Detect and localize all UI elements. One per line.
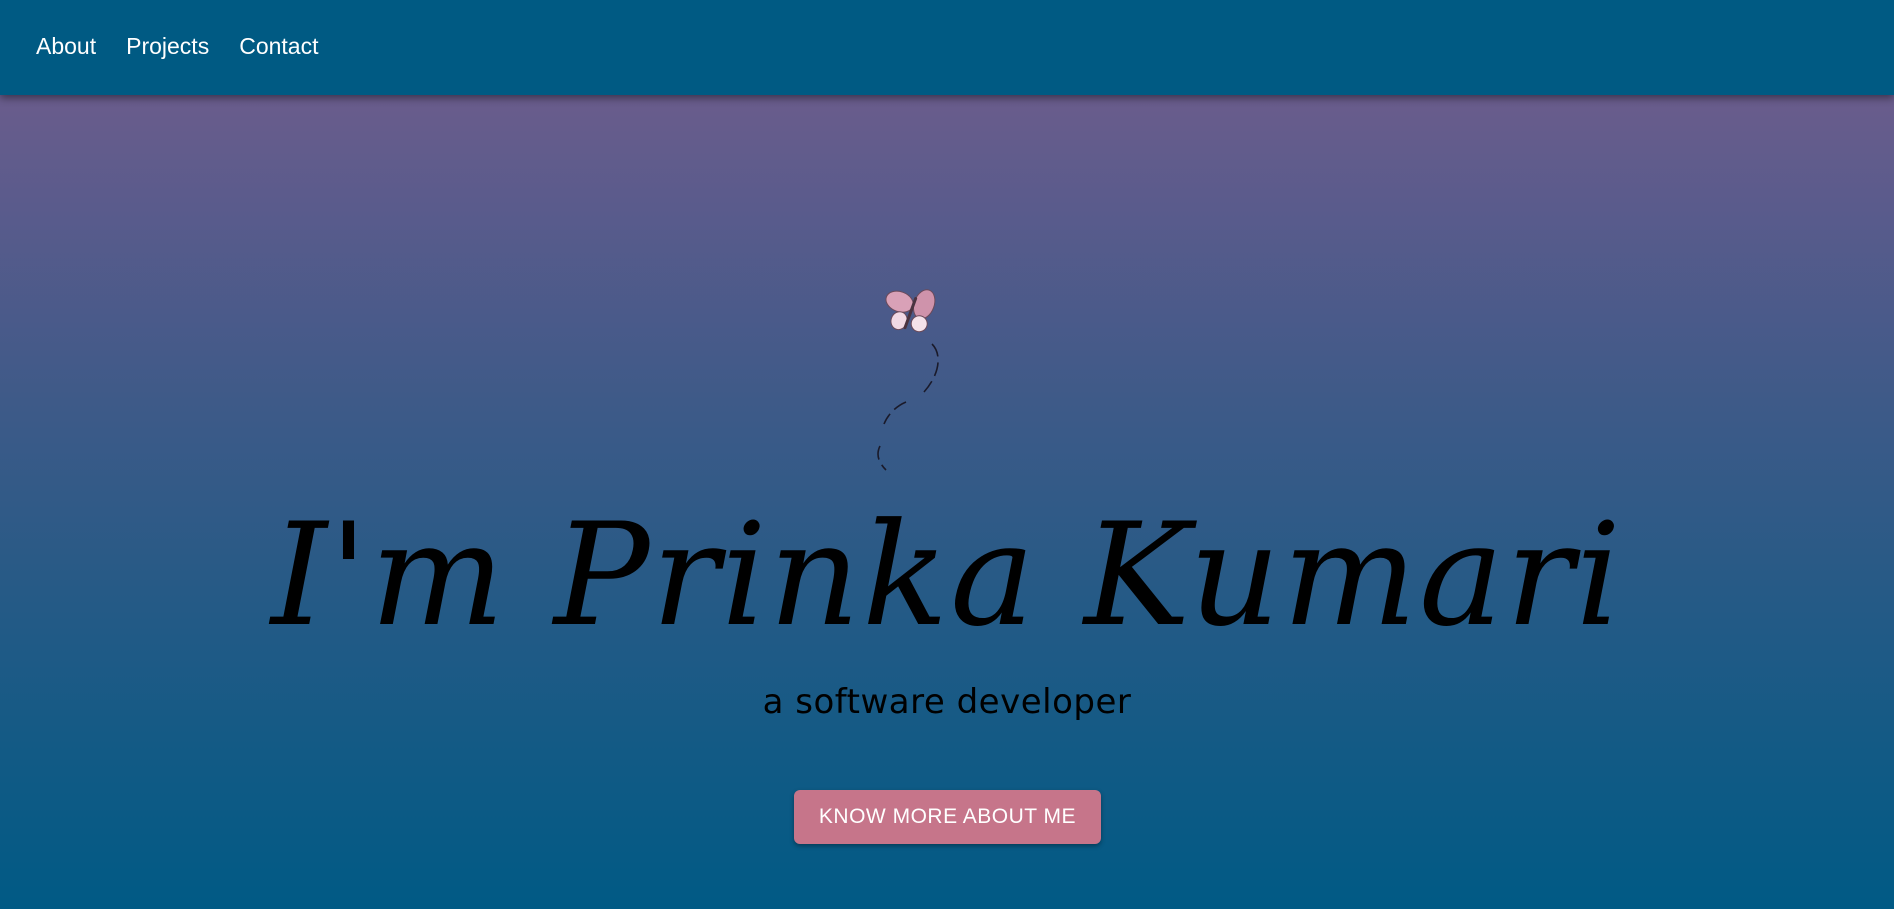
nav-links: About Projects Contact bbox=[36, 33, 348, 60]
nav-link-about[interactable]: About bbox=[36, 33, 96, 60]
butterfly-icon bbox=[877, 289, 939, 471]
know-more-button[interactable]: KNOW MORE ABOUT ME bbox=[794, 790, 1101, 844]
top-navbar: About Projects Contact bbox=[0, 0, 1894, 95]
hero-title: I'm Prinka Kumari bbox=[270, 493, 1624, 658]
hero-subtitle: a software developer bbox=[762, 682, 1132, 722]
flight-path bbox=[877, 343, 939, 471]
nav-link-projects[interactable]: Projects bbox=[126, 33, 209, 60]
nav-link-contact[interactable]: Contact bbox=[239, 33, 318, 60]
